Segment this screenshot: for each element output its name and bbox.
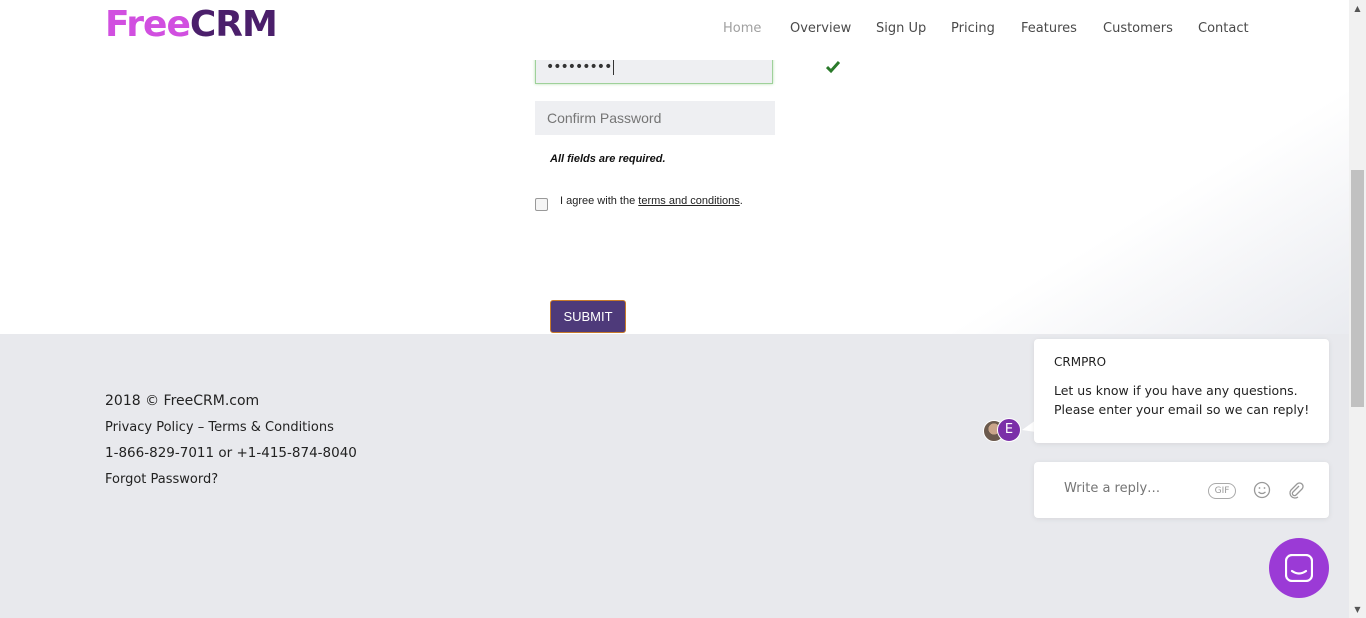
- copyright: 2018 © FreeCRM.com: [105, 393, 260, 409]
- chat-launcher-button[interactable]: [1269, 538, 1329, 598]
- scroll-down-arrow-icon[interactable]: ▼: [1349, 601, 1366, 618]
- chat-sender: CRMPRO: [1054, 355, 1107, 369]
- chat-message-bubble: CRMPRO Let us know if you have any quest…: [1034, 339, 1329, 443]
- nav-overview[interactable]: Overview: [790, 21, 851, 36]
- scrollbar-thumb[interactable]: [1351, 170, 1364, 407]
- background-gradient: [900, 60, 1349, 334]
- chat-message-line2: Please enter your email so we can reply!: [1054, 402, 1310, 417]
- logo-crm: CRM: [189, 4, 278, 45]
- nav-home[interactable]: Home: [723, 21, 761, 36]
- agree-checkbox[interactable]: [535, 198, 548, 211]
- chat-message: Let us know if you have any questions. P…: [1054, 381, 1324, 419]
- phone-numbers: 1-866-829-7011 or +1-415-874-8040: [105, 445, 357, 461]
- nav-sign-up[interactable]: Sign Up: [876, 21, 926, 36]
- agree-prefix: I agree with the: [560, 195, 639, 207]
- nav-features[interactable]: Features: [1021, 21, 1077, 36]
- top-navbar: FreeCRM Home Overview Sign Up Pricing Fe…: [0, 0, 1349, 60]
- confirm-password-field[interactable]: [535, 101, 775, 135]
- required-note: All fields are required.: [550, 153, 666, 165]
- emoji-icon[interactable]: [1253, 481, 1271, 499]
- forgot-password-link[interactable]: Forgot Password?: [105, 472, 218, 487]
- chat-reply-box: GIF: [1034, 462, 1329, 518]
- password-value: •••••••••: [546, 59, 612, 75]
- text-caret: [613, 59, 615, 75]
- nav-customers[interactable]: Customers: [1103, 21, 1173, 36]
- paperclip-icon[interactable]: [1287, 481, 1305, 499]
- agree-label: I agree with the terms and conditions.: [560, 195, 743, 207]
- chat-message-line1: Let us know if you have any questions.: [1054, 383, 1298, 398]
- policy-links[interactable]: Privacy Policy – Terms & Conditions: [105, 420, 334, 435]
- nav-pricing[interactable]: Pricing: [951, 21, 995, 36]
- scroll-up-arrow-icon[interactable]: ▲: [1349, 0, 1366, 17]
- gif-button[interactable]: GIF: [1208, 483, 1236, 499]
- agent-avatar-letter: E: [997, 418, 1021, 442]
- chat-reply-input[interactable]: [1062, 480, 1216, 497]
- terms-link[interactable]: terms and conditions: [638, 195, 740, 207]
- submit-button[interactable]: SUBMIT: [550, 300, 626, 333]
- logo[interactable]: FreeCRM: [105, 4, 278, 45]
- check-icon: [826, 61, 840, 74]
- logo-free: Free: [105, 4, 191, 45]
- chat-launcher-icon: [1285, 554, 1313, 582]
- nav-contact[interactable]: Contact: [1198, 21, 1249, 36]
- agree-suffix: .: [739, 195, 743, 207]
